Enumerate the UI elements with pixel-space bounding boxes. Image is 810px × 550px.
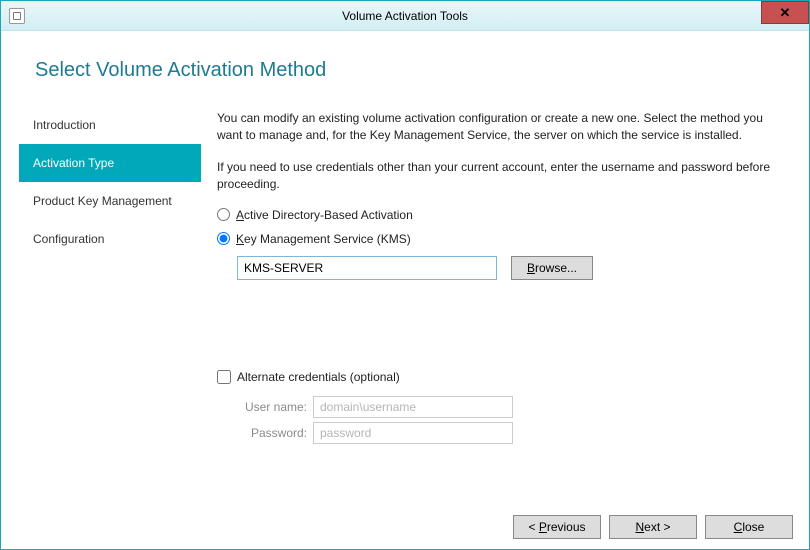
alternate-credentials-check-row[interactable]: Alternate credentials (optional): [217, 370, 781, 384]
password-input[interactable]: [313, 422, 513, 444]
radio-ad-activation-label[interactable]: Active Directory-Based Activation: [236, 208, 413, 222]
password-label: Password:: [217, 426, 313, 440]
kms-server-input[interactable]: [237, 256, 497, 280]
wizard-body: Select Volume Activation Method Introduc…: [1, 31, 809, 549]
wizard-footer: < Previous Next > Close: [1, 505, 809, 549]
kms-server-row: Browse...: [237, 256, 781, 280]
alternate-credentials-block: Alternate credentials (optional) User na…: [217, 370, 781, 444]
sidebar-item-introduction[interactable]: Introduction: [19, 106, 201, 144]
next-button[interactable]: Next >: [609, 515, 697, 539]
intro-paragraph-2: If you need to use credentials other tha…: [217, 159, 781, 194]
close-button[interactable]: Close: [705, 515, 793, 539]
sidebar: Introduction Activation Type Product Key…: [1, 106, 201, 505]
sidebar-item-product-key-management[interactable]: Product Key Management: [19, 182, 201, 220]
radio-ad-activation-row[interactable]: Active Directory-Based Activation: [217, 208, 781, 222]
radio-kms-label[interactable]: Key Management Service (KMS): [236, 232, 411, 246]
radio-kms[interactable]: [217, 232, 230, 245]
alternate-credentials-checkbox[interactable]: [217, 370, 231, 384]
alternate-credentials-label[interactable]: Alternate credentials (optional): [237, 370, 400, 384]
window-title: Volume Activation Tools: [1, 9, 809, 23]
intro-paragraph-1: You can modify an existing volume activa…: [217, 110, 781, 145]
main-area: Introduction Activation Type Product Key…: [1, 106, 809, 505]
previous-button[interactable]: < Previous: [513, 515, 601, 539]
username-label: User name:: [217, 400, 313, 414]
sidebar-item-configuration[interactable]: Configuration: [19, 220, 201, 258]
username-input[interactable]: [313, 396, 513, 418]
window: Volume Activation Tools ✕ Select Volume …: [0, 0, 810, 550]
password-row: Password:: [217, 422, 781, 444]
browse-button[interactable]: Browse...: [511, 256, 593, 280]
radio-ad-activation[interactable]: [217, 208, 230, 221]
close-window-button[interactable]: ✕: [761, 1, 809, 24]
sidebar-item-activation-type[interactable]: Activation Type: [19, 144, 201, 182]
username-row: User name:: [217, 396, 781, 418]
radio-kms-row[interactable]: Key Management Service (KMS): [217, 232, 781, 246]
page-title: Select Volume Activation Method: [1, 31, 809, 106]
content-pane: You can modify an existing volume activa…: [201, 106, 809, 505]
app-icon: [9, 8, 25, 24]
titlebar: Volume Activation Tools ✕: [1, 1, 809, 31]
